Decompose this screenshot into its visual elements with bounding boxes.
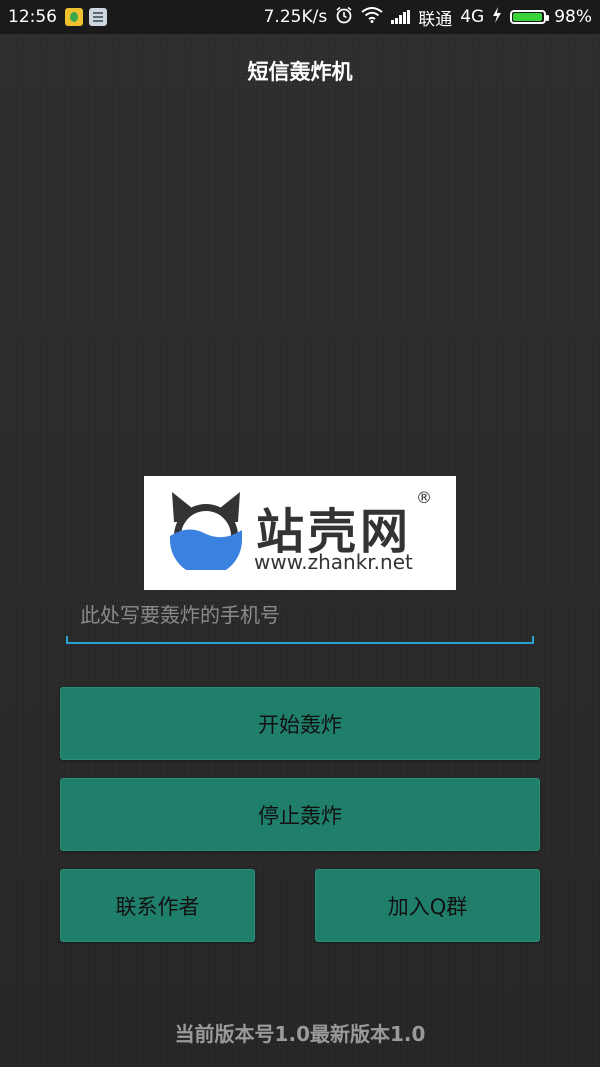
cat-logo-icon bbox=[166, 490, 246, 576]
charging-icon bbox=[492, 6, 502, 28]
alarm-icon bbox=[335, 6, 353, 29]
phone-number-input[interactable] bbox=[66, 586, 534, 644]
network-type: 4G bbox=[460, 7, 485, 27]
start-bombing-button[interactable]: 开始轰炸 bbox=[60, 687, 540, 760]
registered-mark: ® bbox=[416, 488, 432, 507]
version-text: 当前版本号1.0最新版本1.0 bbox=[174, 1022, 426, 1046]
status-left: 12:56 bbox=[0, 7, 113, 27]
wifi-icon bbox=[361, 6, 383, 28]
battery-icon bbox=[510, 10, 550, 24]
signal-icon bbox=[391, 10, 411, 24]
join-qq-group-button[interactable]: 加入Q群 bbox=[315, 869, 540, 942]
status-time: 12:56 bbox=[8, 7, 57, 27]
watermark-url: www.zhankr.net bbox=[254, 550, 413, 574]
battery-percent: 98% bbox=[554, 7, 592, 27]
watermark: 站壳网 ® www.zhankr.net bbox=[144, 476, 456, 590]
contact-author-button[interactable]: 联系作者 bbox=[60, 869, 255, 942]
carrier-name: 联通 bbox=[418, 9, 453, 30]
stop-bombing-button[interactable]: 停止轰炸 bbox=[60, 778, 540, 851]
status-right: 7.25K/s 联通 4G 98% bbox=[264, 5, 600, 30]
page-title: 短信轰炸机 bbox=[247, 60, 353, 84]
notes-icon bbox=[89, 8, 107, 26]
status-bar: 12:56 7.25K/s 联通 4G 98% bbox=[0, 0, 600, 34]
network-speed: 7.25K/s bbox=[263, 7, 328, 27]
app-icon bbox=[65, 8, 83, 26]
phone-input-wrap bbox=[66, 586, 534, 644]
input-underline bbox=[66, 636, 534, 644]
